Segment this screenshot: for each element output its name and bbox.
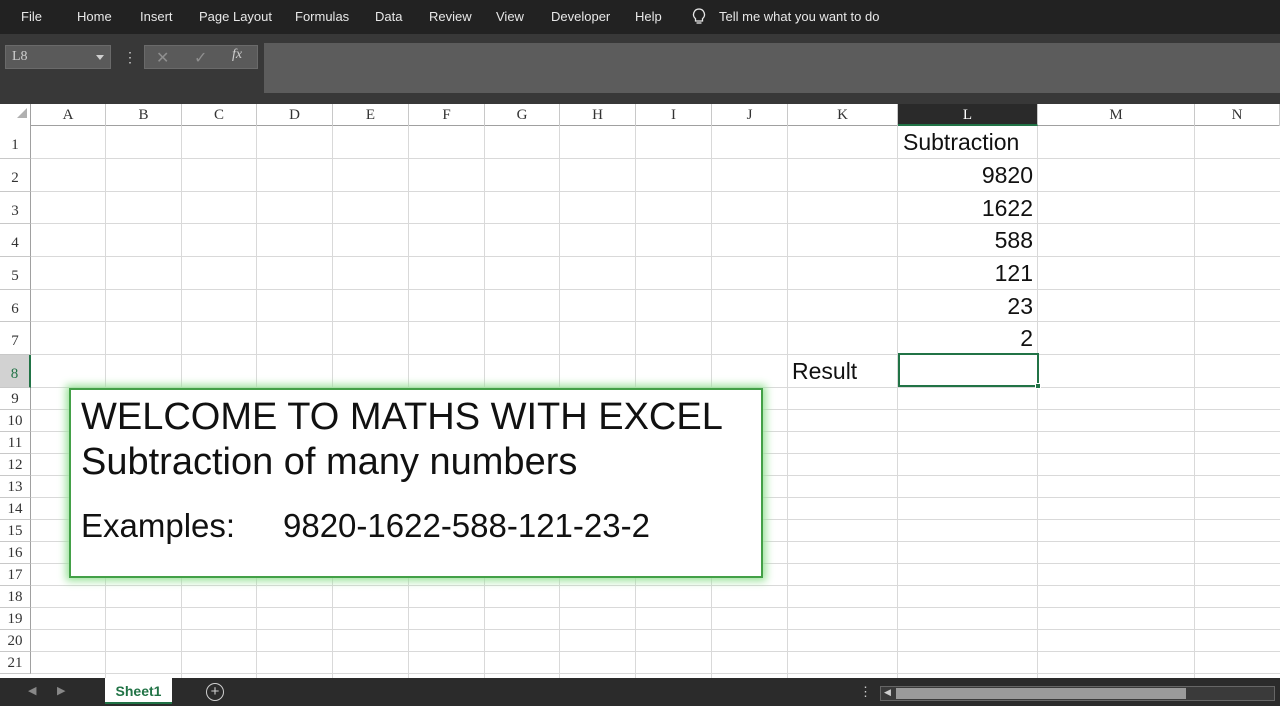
column-header-e[interactable]: E bbox=[333, 104, 409, 126]
selected-cell-l8[interactable] bbox=[898, 353, 1039, 387]
column-header-l[interactable]: L bbox=[898, 104, 1038, 126]
menu-bar: File Home Insert Page Layout Formulas Da… bbox=[0, 0, 1280, 34]
insert-function-icon[interactable]: fx bbox=[232, 47, 242, 63]
name-box-value: L8 bbox=[12, 49, 28, 64]
select-all-icon bbox=[17, 108, 27, 118]
more-options-icon[interactable]: ⋮ bbox=[123, 49, 137, 66]
row-header-6[interactable]: 6 bbox=[0, 290, 31, 322]
cell-l5[interactable]: 121 bbox=[898, 260, 1033, 287]
text-box-examples-value: 9820-1622-588-121-23-2 bbox=[283, 507, 650, 544]
menu-insert[interactable]: Insert bbox=[140, 9, 173, 24]
cell-l7[interactable]: 2 bbox=[898, 325, 1033, 352]
scrollbar-thumb[interactable] bbox=[896, 688, 1186, 699]
chevron-down-icon[interactable] bbox=[96, 55, 104, 60]
row-header-12[interactable]: 12 bbox=[0, 454, 31, 476]
row-header-3[interactable]: 3 bbox=[0, 192, 31, 224]
grid-line bbox=[31, 651, 1280, 652]
row-header-4[interactable]: 4 bbox=[0, 224, 31, 257]
row-header-5[interactable]: 5 bbox=[0, 257, 31, 290]
column-header-n[interactable]: N bbox=[1195, 104, 1280, 126]
lightbulb-icon bbox=[692, 8, 706, 24]
column-header-h[interactable]: H bbox=[560, 104, 636, 126]
row-header-7[interactable]: 7 bbox=[0, 322, 31, 355]
formula-input[interactable] bbox=[264, 43, 1280, 93]
checkmark-icon[interactable]: ✓ bbox=[194, 48, 207, 68]
grid-line bbox=[31, 629, 1280, 630]
add-sheet-icon[interactable]: + bbox=[206, 683, 224, 701]
row-header-1[interactable]: 1 bbox=[0, 126, 31, 159]
text-box-title: WELCOME TO MATHS WITH EXCEL bbox=[81, 396, 723, 438]
welcome-text-box[interactable]: WELCOME TO MATHS WITH EXCEL Subtraction … bbox=[69, 388, 763, 578]
column-header-i[interactable]: I bbox=[636, 104, 712, 126]
row-header-13[interactable]: 13 bbox=[0, 476, 31, 498]
cell-l1[interactable]: Subtraction bbox=[903, 129, 1019, 156]
name-box[interactable]: L8 bbox=[5, 45, 111, 69]
menu-review[interactable]: Review bbox=[429, 9, 472, 24]
menu-data[interactable]: Data bbox=[375, 9, 402, 24]
row-header-14[interactable]: 14 bbox=[0, 498, 31, 520]
cell-k8[interactable]: Result bbox=[792, 358, 857, 385]
scroll-tabs-right-icon[interactable]: ▶ bbox=[57, 684, 65, 697]
cell-l3[interactable]: 1622 bbox=[898, 195, 1033, 222]
grid-line bbox=[787, 126, 788, 678]
grid-line bbox=[1194, 126, 1195, 678]
column-header-j[interactable]: J bbox=[712, 104, 788, 126]
grid-line bbox=[1037, 126, 1038, 678]
row-header-16[interactable]: 16 bbox=[0, 542, 31, 564]
cancel-icon[interactable]: ✕ bbox=[156, 48, 169, 68]
menu-formulas[interactable]: Formulas bbox=[295, 9, 349, 24]
column-header-b[interactable]: B bbox=[106, 104, 182, 126]
row-header-18[interactable]: 18 bbox=[0, 586, 31, 608]
column-header-a[interactable]: A bbox=[31, 104, 106, 126]
column-header-g[interactable]: G bbox=[485, 104, 560, 126]
menu-developer[interactable]: Developer bbox=[551, 9, 610, 24]
menu-file[interactable]: File bbox=[21, 9, 42, 24]
grid-line bbox=[31, 191, 1280, 192]
menu-view[interactable]: View bbox=[496, 9, 524, 24]
fill-handle[interactable] bbox=[1035, 383, 1041, 389]
grid-line bbox=[31, 223, 1280, 224]
cell-l6[interactable]: 23 bbox=[898, 293, 1033, 320]
grid-line bbox=[31, 256, 1280, 257]
grid-line bbox=[31, 289, 1280, 290]
text-box-examples-label: Examples: bbox=[81, 507, 236, 544]
row-header-20[interactable]: 20 bbox=[0, 630, 31, 652]
grid-line bbox=[31, 585, 1280, 586]
scroll-left-icon[interactable]: ◀ bbox=[884, 687, 891, 698]
grid-line bbox=[31, 321, 1280, 322]
column-header-m[interactable]: M bbox=[1038, 104, 1195, 126]
row-header-17[interactable]: 17 bbox=[0, 564, 31, 586]
menu-help[interactable]: Help bbox=[635, 9, 662, 24]
column-header-c[interactable]: C bbox=[182, 104, 257, 126]
row-header-21[interactable]: 21 bbox=[0, 652, 31, 674]
row-header-11[interactable]: 11 bbox=[0, 432, 31, 454]
scroll-tabs-left-icon[interactable]: ◀ bbox=[28, 684, 36, 697]
column-header-k[interactable]: K bbox=[788, 104, 898, 126]
row-header-10[interactable]: 10 bbox=[0, 410, 31, 432]
row-header-2[interactable]: 2 bbox=[0, 159, 31, 192]
grid-line bbox=[31, 607, 1280, 608]
column-header-d[interactable]: D bbox=[257, 104, 333, 126]
column-header-f[interactable]: F bbox=[409, 104, 485, 126]
menu-page-layout[interactable]: Page Layout bbox=[199, 9, 272, 24]
text-box-subtitle: Subtraction of many numbers bbox=[81, 441, 578, 483]
grid-line bbox=[31, 158, 1280, 159]
row-header-9[interactable]: 9 bbox=[0, 388, 31, 410]
row-header-8[interactable]: 8 bbox=[0, 355, 31, 388]
menu-home[interactable]: Home bbox=[77, 9, 112, 24]
row-header-15[interactable]: 15 bbox=[0, 520, 31, 542]
row-header-19[interactable]: 19 bbox=[0, 608, 31, 630]
cell-l2[interactable]: 9820 bbox=[898, 162, 1033, 189]
sheet-tab-sheet1[interactable]: Sheet1 bbox=[105, 678, 172, 704]
cell-l4[interactable]: 588 bbox=[898, 227, 1033, 254]
tell-me-search[interactable]: Tell me what you want to do bbox=[719, 9, 879, 24]
grid-line bbox=[31, 354, 1280, 355]
tab-split-handle-icon[interactable]: ⋮ bbox=[859, 684, 872, 700]
grid-line bbox=[31, 673, 1280, 674]
